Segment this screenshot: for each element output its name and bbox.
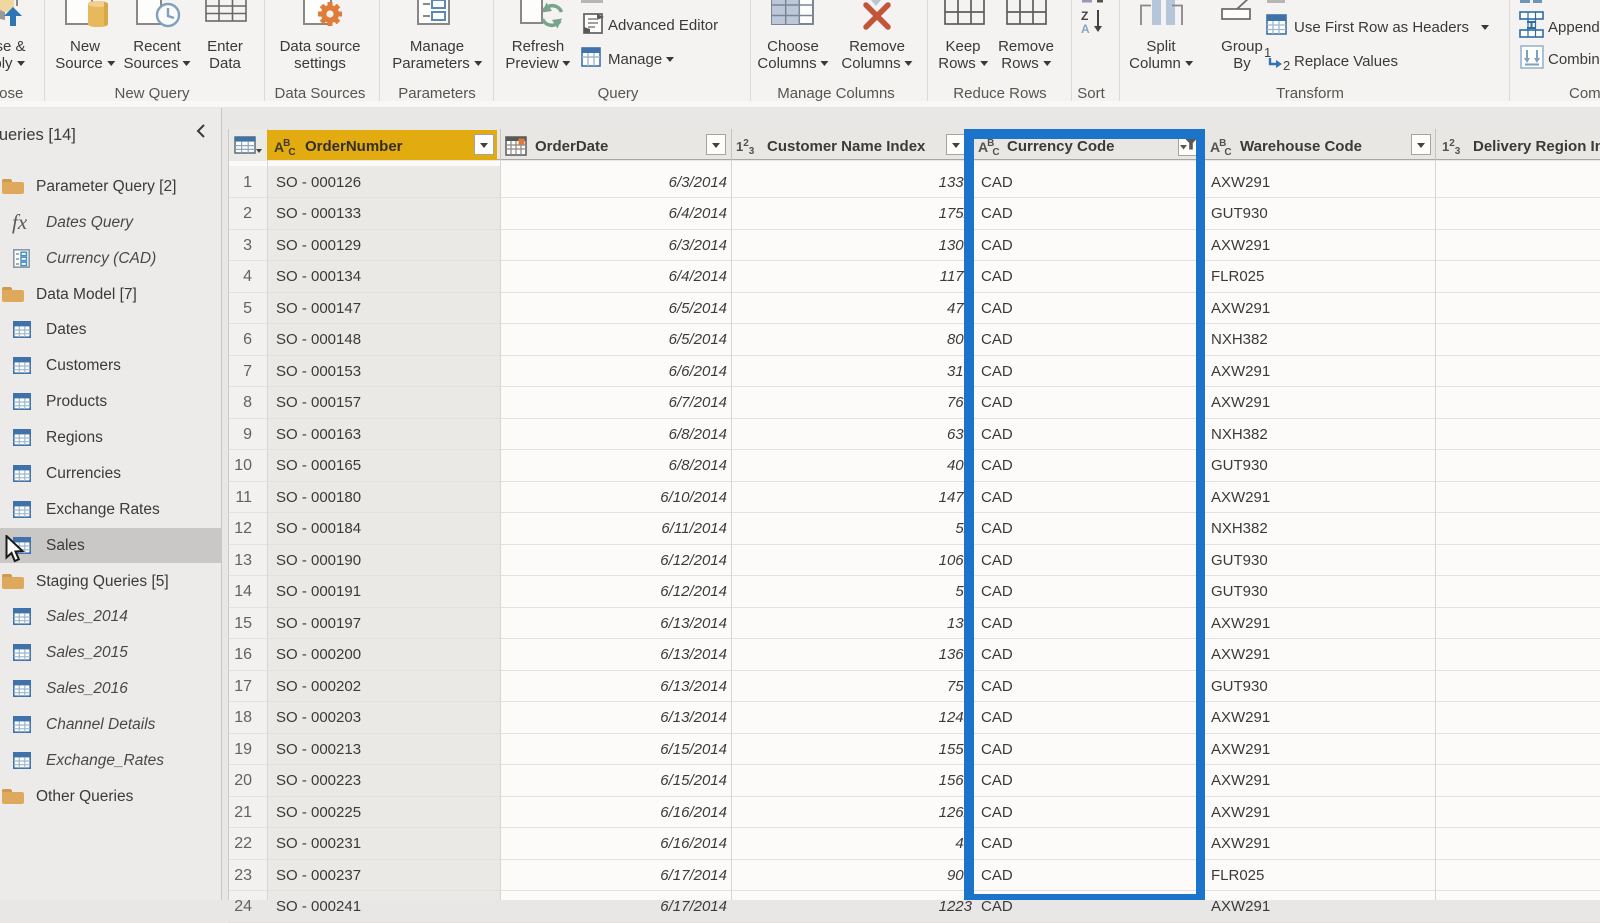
- svg-text:Z: Z: [1081, 9, 1088, 23]
- svg-text:A: A: [1081, 22, 1090, 36]
- svg-text:2: 2: [1283, 58, 1290, 73]
- svg-text:1: 1: [1264, 45, 1271, 60]
